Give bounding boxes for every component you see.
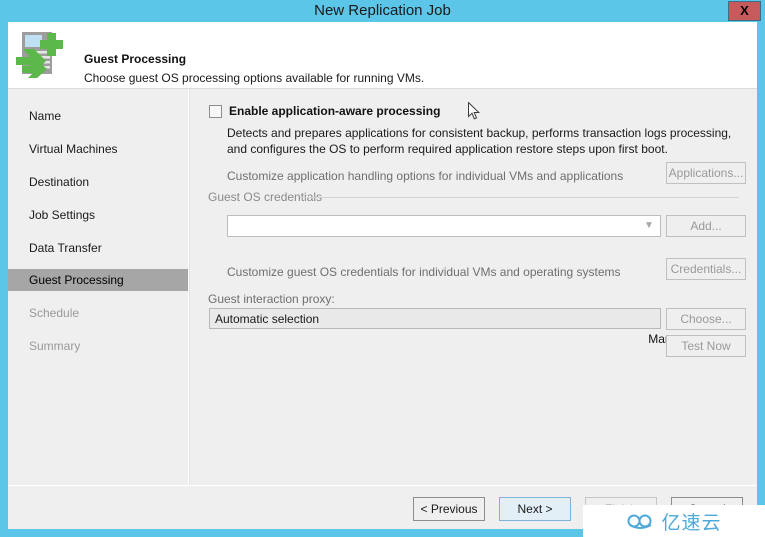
- guest-interaction-proxy-label: Guest interaction proxy:: [208, 292, 335, 306]
- customize-applications-text: Customize application handling options f…: [227, 169, 624, 183]
- sidebar-item-job-settings[interactable]: Job Settings: [8, 204, 188, 226]
- sidebar-item-summary: Summary: [29, 339, 81, 353]
- page-title: Guest Processing: [84, 52, 187, 66]
- chevron-down-icon[interactable]: ▼: [640, 216, 658, 236]
- guest-interaction-proxy-value: Automatic selection: [215, 312, 320, 326]
- add-credentials-button[interactable]: Add...: [666, 215, 746, 237]
- dialog-body: Name Virtual Machines Destination Job Se…: [8, 89, 757, 485]
- sidebar-item-destination[interactable]: Destination: [8, 171, 188, 193]
- watermark-text: 亿速云: [661, 511, 722, 534]
- guest-interaction-proxy-field: Automatic selection: [209, 308, 661, 329]
- title-bar: New Replication Job X: [0, 0, 765, 22]
- replication-job-icon: [16, 30, 74, 82]
- new-replication-job-dialog: New Replication Job X Guest Processing C…: [0, 0, 765, 537]
- sidebar-item-data-transfer[interactable]: Data Transfer: [8, 237, 188, 259]
- cloud-logo-icon: [626, 511, 656, 531]
- choose-proxy-button[interactable]: Choose...: [666, 308, 746, 330]
- previous-button[interactable]: < Previous: [413, 497, 485, 521]
- enable-app-aware-processing-label[interactable]: Enable application-aware processing: [229, 104, 440, 118]
- enable-app-aware-processing-checkbox[interactable]: [209, 105, 222, 118]
- guest-processing-content: Enable application-aware processing Dete…: [190, 89, 757, 485]
- customize-credentials-text: Customize guest OS credentials for indiv…: [227, 265, 621, 279]
- applications-button[interactable]: Applications...: [666, 162, 746, 184]
- guest-os-credentials-dropdown[interactable]: ▼: [227, 215, 661, 237]
- watermark: 亿速云: [583, 505, 765, 537]
- next-button[interactable]: Next >: [499, 497, 571, 521]
- sidebar-item-schedule: Schedule: [29, 306, 80, 320]
- sidebar-item-guest-processing[interactable]: Guest Processing: [8, 269, 188, 291]
- test-now-button[interactable]: Test Now: [666, 335, 746, 357]
- guest-os-credentials-group-rule: [300, 197, 739, 198]
- window-title: New Replication Job: [314, 2, 451, 19]
- close-button[interactable]: X: [728, 1, 761, 21]
- wizard-steps-sidebar: Name Virtual Machines Destination Job Se…: [8, 89, 188, 485]
- app-aware-description: Detects and prepares applications for co…: [227, 126, 732, 156]
- sidebar-item-name[interactable]: Name: [8, 105, 188, 127]
- page-subtitle: Choose guest OS processing options avail…: [84, 71, 425, 85]
- credentials-button[interactable]: Credentials...: [666, 258, 746, 280]
- sidebar-item-virtual-machines[interactable]: Virtual Machines: [8, 138, 188, 160]
- dialog-header: Guest Processing Choose guest OS process…: [8, 22, 757, 88]
